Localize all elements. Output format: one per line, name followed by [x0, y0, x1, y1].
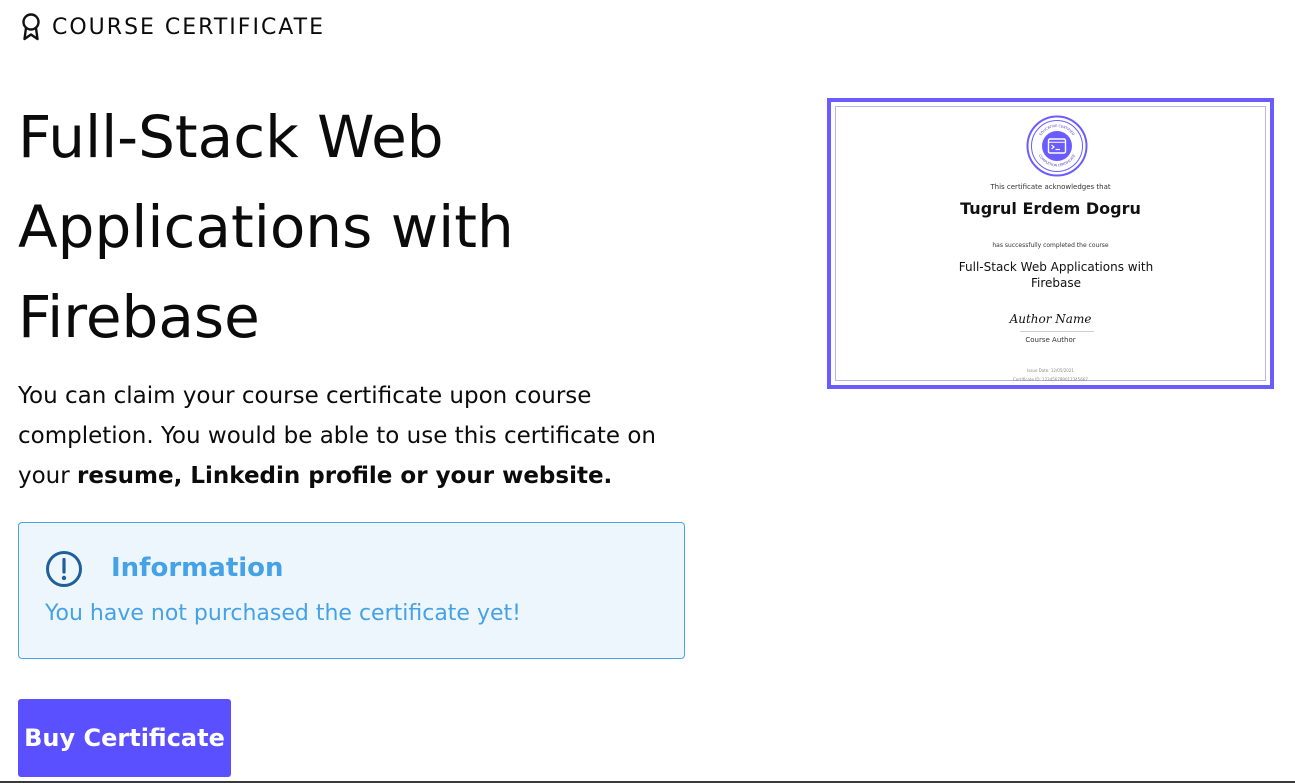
certificate-acknowledges: This certificate acknowledges that: [990, 183, 1111, 191]
signature-line: [1020, 331, 1094, 332]
certificate-completed-text: has successfully completed the course: [992, 242, 1109, 249]
terminal-seal-icon: EDUCATIVE CERTIFIED COMPLETION CERTIFICA…: [1026, 115, 1088, 177]
info-heading: Information: [111, 553, 284, 583]
certificate-id: Certificate ID: 123456789012345667: [1013, 377, 1088, 382]
certificate-recipient: Tugrul Erdem Dogru: [960, 199, 1141, 218]
certificate-issue-date: Issue Date: 12/05/2021: [1027, 368, 1074, 373]
course-title: Full-Stack Web Applications with Firebas…: [18, 103, 514, 351]
exclamation-circle-icon: [46, 551, 82, 587]
certificate-author-role: Course Author: [1025, 336, 1076, 344]
award-ribbon-icon: [22, 13, 40, 41]
certificate-course-title: Full-Stack Web Applications with Firebas…: [958, 260, 1154, 290]
info-alert: Information You have not purchased the c…: [18, 522, 685, 659]
certificate-preview: EDUCATIVE CERTIFIED COMPLETION CERTIFICA…: [827, 98, 1274, 389]
certificate-description: You can claim your course certificate up…: [18, 376, 698, 496]
info-message: You have not purchased the certificate y…: [45, 601, 521, 626]
certificate-inner-frame: EDUCATIVE CERTIFIED COMPLETION CERTIFICA…: [835, 106, 1266, 382]
description-emphasis: resume, Linkedin profile or your website…: [77, 463, 613, 489]
certificate-author-signature: Author Name: [1009, 312, 1092, 326]
section-label: COURSE CERTIFICATE: [52, 14, 325, 40]
certificate-page: COURSE CERTIFICATE Full-Stack Web Applic…: [0, 0, 1295, 783]
section-header: COURSE CERTIFICATE: [20, 12, 325, 42]
buy-certificate-button[interactable]: Buy Certificate: [18, 699, 231, 777]
